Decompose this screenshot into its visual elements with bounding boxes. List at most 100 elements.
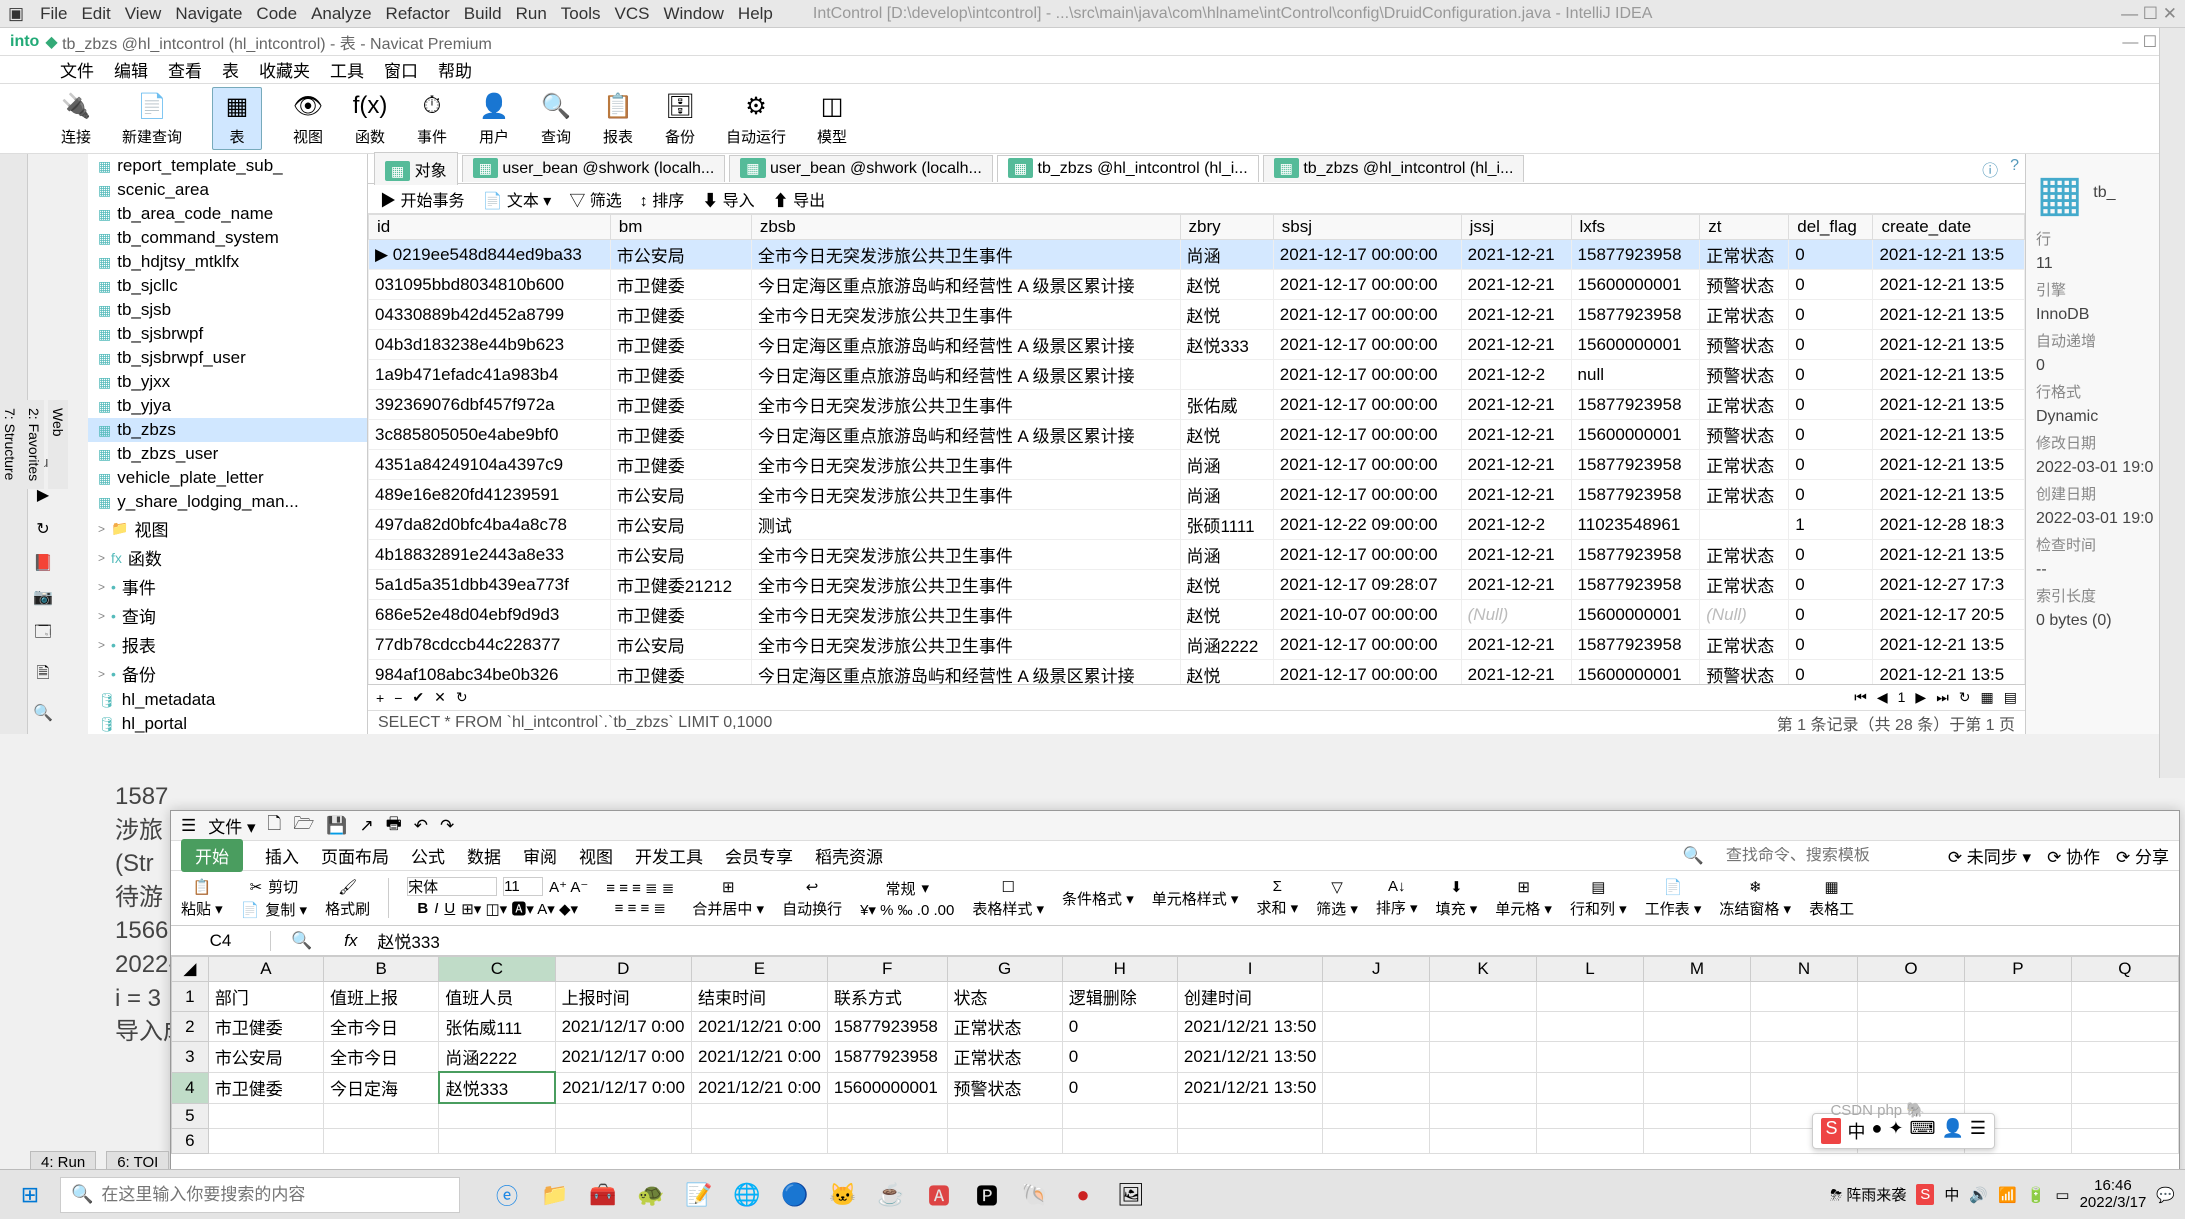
excel-cell[interactable] <box>1857 1012 1964 1042</box>
excel-cell[interactable] <box>1857 1072 1964 1103</box>
excel-cell[interactable] <box>324 1103 439 1128</box>
excel-cell[interactable]: 0 <box>1062 1072 1177 1103</box>
table-cell[interactable]: 预警状态 <box>1700 660 1789 685</box>
ide-menu-edit[interactable]: Edit <box>81 4 110 23</box>
sidebar-item[interactable]: ▦tb_hdjtsy_mtklfx <box>88 250 367 274</box>
excel-cell[interactable]: 2021/12/17 0:00 <box>555 1042 691 1073</box>
sidebar-item[interactable]: ▦tb_zbzs <box>88 418 367 442</box>
xl-ribbon-tab[interactable]: 会员专享 <box>725 843 793 868</box>
xl-qb-item[interactable]: ↷ <box>440 816 454 836</box>
sidebar-item[interactable]: ▦tb_command_system <box>88 226 367 250</box>
excel-cell[interactable]: 全市今日 <box>324 1042 439 1073</box>
table-cell[interactable]: 4351a84249104a4397c9 <box>369 450 611 480</box>
excel-cell[interactable]: 2021/12/21 0:00 <box>691 1042 827 1073</box>
table-cell[interactable]: 15600000001 <box>1571 330 1700 360</box>
row-header-2[interactable]: 2 <box>172 1012 209 1042</box>
ide-menu-refactor[interactable]: Refactor <box>386 4 450 23</box>
excel-cell[interactable]: 全市今日 <box>324 1012 439 1042</box>
table-cell[interactable]: 2021-12-21 13:5 <box>1873 420 2025 450</box>
table-cell[interactable]: 2021-12-21 <box>1461 420 1571 450</box>
col-header-K[interactable]: K <box>1430 957 1537 982</box>
table-cell[interactable]: 0 <box>1789 300 1873 330</box>
nv-tab[interactable]: ▦ tb_zbzs @hl_intcontrol (hl_i... <box>1263 155 1525 182</box>
table-cell[interactable]: 489e16e820fd41239591 <box>369 480 611 510</box>
row-header-4[interactable]: 4 <box>172 1072 209 1103</box>
table-cell[interactable]: 全市今日无突发涉旅公共卫生事件 <box>751 300 1180 330</box>
xl-right-action[interactable]: ⟳ 协作 <box>2047 843 2100 868</box>
table-cell[interactable]: 正常状态 <box>1700 540 1789 570</box>
excel-cell[interactable] <box>2071 1103 2178 1128</box>
table-cell[interactable]: 2021-12-21 13:5 <box>1873 360 2025 390</box>
table-cell[interactable]: 0 <box>1789 630 1873 660</box>
table-cell[interactable]: 预警状态 <box>1700 330 1789 360</box>
nv-menu-item[interactable]: 编辑 <box>114 57 148 82</box>
table-cell[interactable]: 2021-12-17 00:00:00 <box>1273 330 1461 360</box>
ide-menu-code[interactable]: Code <box>256 4 297 23</box>
col-header[interactable]: lxfs <box>1571 215 1700 240</box>
table-cell[interactable]: 15877923958 <box>1571 300 1700 330</box>
table-cell[interactable]: 0 <box>1789 270 1873 300</box>
taskbar-search[interactable]: 🔍 <box>60 1177 460 1213</box>
table-cell[interactable]: 04b3d183238e44b9b623 <box>369 330 611 360</box>
row-header-5[interactable]: 5 <box>172 1103 209 1128</box>
table-cell[interactable]: 0 <box>1789 390 1873 420</box>
col-header[interactable]: zt <box>1700 215 1789 240</box>
excel-cell[interactable] <box>1857 1042 1964 1073</box>
table-cell[interactable]: 04330889b42d452a8799 <box>369 300 611 330</box>
table-cell[interactable]: 今日定海区重点旅游岛屿和经营性 A 级景区累计接 <box>751 270 1180 300</box>
col-header-O[interactable]: O <box>1857 957 1964 982</box>
gutter-icon[interactable]: 🗎 <box>37 662 50 689</box>
excel-cell[interactable]: 正常状态 <box>947 1042 1062 1073</box>
table-cell[interactable]: 2021-12-2 <box>1461 360 1571 390</box>
table-cell[interactable]: 市公安局 <box>610 510 751 540</box>
table-cell[interactable]: 全市今日无突发涉旅公共卫生事件 <box>751 240 1180 270</box>
nv-action[interactable]: ↕ 排序 <box>640 187 684 211</box>
table-cell[interactable]: 15877923958 <box>1571 630 1700 660</box>
excel-cell[interactable] <box>1430 1042 1537 1073</box>
first-page-button[interactable]: ⏮ <box>1854 689 1867 706</box>
excel-cell[interactable] <box>1537 1012 1644 1042</box>
excel-cell[interactable]: 市卫健委 <box>208 1012 323 1042</box>
sidebar-item[interactable]: 🛢hl_portal <box>88 712 367 734</box>
xl-ribbon-tab[interactable]: 公式 <box>411 843 445 868</box>
excel-cell[interactable]: 2021/12/21 13:50 <box>1177 1012 1322 1042</box>
table-cell[interactable]: 0 <box>1789 600 1873 630</box>
table-cell[interactable]: 市公安局 <box>610 540 751 570</box>
table-cell[interactable]: 0 <box>1789 540 1873 570</box>
excel-cell[interactable] <box>1323 982 1430 1012</box>
table-cell[interactable]: 0 <box>1789 660 1873 685</box>
excel-cell[interactable] <box>324 1128 439 1153</box>
table-cell[interactable]: 今日定海区重点旅游岛屿和经营性 A 级景区累计接 <box>751 420 1180 450</box>
excel-cell[interactable] <box>1643 1103 1750 1128</box>
excel-row[interactable]: 2市卫健委全市今日张佑威1112021/12/17 0:002021/12/21… <box>172 1012 2179 1042</box>
excel-row[interactable]: 4市卫健委今日定海赵悦3332021/12/17 0:002021/12/21 … <box>172 1072 2179 1103</box>
table-cell[interactable]: 2021-12-21 13:5 <box>1873 390 2025 420</box>
excel-cell[interactable] <box>1537 1103 1644 1128</box>
table-cell[interactable]: 2021-12-28 18:3 <box>1873 510 2025 540</box>
excel-cell[interactable] <box>1323 1012 1430 1042</box>
table-cell[interactable]: 测试 <box>751 510 1180 540</box>
table-cell[interactable]: 市卫健委 <box>610 390 751 420</box>
table-cell[interactable]: 2021-12-17 00:00:00 <box>1273 540 1461 570</box>
col-header-P[interactable]: P <box>1964 957 2071 982</box>
table-cell[interactable]: 2021-12-21 13:5 <box>1873 300 2025 330</box>
select-all-button[interactable]: ◢ <box>172 957 209 982</box>
excel-cell[interactable] <box>947 1128 1062 1153</box>
table-cell[interactable]: 市卫健委 <box>610 330 751 360</box>
table-cell[interactable]: 497da82d0bfc4ba4a8c78 <box>369 510 611 540</box>
xl-ribbon-tab[interactable]: 开始 <box>181 839 243 872</box>
nv-tool-函数[interactable]: f(x)函数 <box>354 90 386 147</box>
table-row[interactable]: 984af108abc34be0b326市卫健委今日定海区重点旅游岛屿和经营性 … <box>369 660 2025 685</box>
ide-menu-file[interactable]: File <box>40 4 67 23</box>
nv-tool-视图[interactable]: 👁视图 <box>292 90 324 147</box>
system-tray[interactable]: ⛈ 阵雨来袭 S 中🔊📶🔋▭ 16:462022/3/17 💬 <box>1830 1178 2175 1211</box>
ide-menu-run[interactable]: Run <box>516 4 547 23</box>
excel-cell[interactable]: 今日定海 <box>324 1072 439 1103</box>
table-row[interactable]: 686e52e48d04ebf9d9d3市卫健委全市今日无突发涉旅公共卫生事件赵… <box>369 600 2025 630</box>
table-row[interactable]: 497da82d0bfc4ba4a8c78市公安局测试张硕11112021-12… <box>369 510 2025 540</box>
excel-cell[interactable] <box>947 1103 1062 1128</box>
xl-ribbon-tab[interactable]: 审阅 <box>523 843 557 868</box>
table-cell[interactable]: 2021-10-07 00:00:00 <box>1273 600 1461 630</box>
table-cell[interactable]: 全市今日无突发涉旅公共卫生事件 <box>751 480 1180 510</box>
table-cell[interactable]: (Null) <box>1461 600 1571 630</box>
